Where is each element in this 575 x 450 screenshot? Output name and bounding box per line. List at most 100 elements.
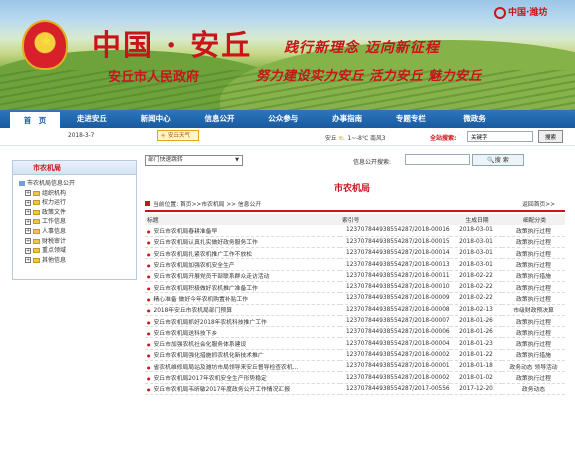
tree-item-other[interactable]: + 其他信息 <box>19 256 136 266</box>
tree-label: 其他信息 <box>42 256 67 264</box>
table-row[interactable]: 2018年安丘市农机局部门预算123707844938554287/2018-0… <box>145 304 565 316</box>
expand-icon[interactable]: + <box>25 257 31 264</box>
table-body: 安丘市农机局春耕准备早123707844938554287/2018-00016… <box>145 225 565 395</box>
row-date: 2018-03-01 <box>450 236 502 249</box>
row-category: 政策执行过程 <box>502 292 565 305</box>
nav-special-column[interactable]: 专题专栏 <box>379 110 443 128</box>
expand-icon[interactable]: + <box>25 190 31 197</box>
table-row[interactable]: 安丘市农机局2017年农机安全生产形势稳定123707844938554287/… <box>145 371 565 384</box>
table-row[interactable]: 安丘市农机局认真扎实做好政务服务工作123707844938554287/201… <box>145 236 565 249</box>
table-row[interactable]: 精心准备 做好今年农机购置补贴工作123707844938554287/2018… <box>145 292 565 305</box>
sidebar: 市农机局 市农机局信息公开 + 组织机构 + 权力运行 + 政策文件 + 工作信息 + 人… <box>12 160 137 280</box>
table-row[interactable]: 安丘市农机局加强农机安全生产123707844938554287/2018-00… <box>145 258 565 271</box>
weifang-logo-text: 中国·潍坊 <box>508 8 548 18</box>
table-row[interactable]: 安丘市农机局韦昕敏2017年度政务公开工作情况汇报123707844938554… <box>145 383 565 395</box>
table-row[interactable]: 安丘市加强农机社会化服务体系建设123707844938554287/2018-… <box>145 337 565 350</box>
back-home-link[interactable]: 返回首页>> <box>522 199 555 208</box>
nav-micro-gov[interactable]: 微政务 <box>443 110 507 128</box>
tree-item-power[interactable]: + 权力运行 <box>19 198 136 208</box>
row-category: 政策执行过程 <box>502 337 565 350</box>
row-date: 2018-01-26 <box>450 315 502 328</box>
tree-item-personnel[interactable]: + 人事信息 <box>19 227 136 237</box>
row-date: 2018-01-22 <box>450 349 502 362</box>
table-row[interactable]: 安丘市农机局强化措施抓农机化新技术推广123707844938554287/20… <box>145 349 565 362</box>
expand-icon[interactable]: + <box>25 238 31 245</box>
row-title-link[interactable]: 安丘市农机局春耕准备早 <box>145 225 340 237</box>
disclosure-search-input[interactable] <box>405 154 470 165</box>
tree-item-finance[interactable]: + 财税审计 <box>19 237 136 247</box>
row-index: 123707844938554287/2018-00002 <box>340 349 450 362</box>
row-title-link[interactable]: 省农机维修局局站及潍坊市局领导来安丘督导检查农机… <box>145 360 340 373</box>
table-row[interactable]: 安丘市农机局抓好2018年农机科技推广工作123707844938554287/… <box>145 315 565 328</box>
row-title-link[interactable]: 安丘市农机局积极做好农机推广准备工作 <box>145 281 340 294</box>
weifang-logo[interactable]: 中国·潍坊 <box>494 5 547 19</box>
row-title-link[interactable]: 安丘市农机局2017年农机安全生产形势稳定 <box>145 371 340 384</box>
row-date: 2018-02-22 <box>450 281 502 294</box>
tree-root[interactable]: 市农机局信息公开 <box>19 179 136 189</box>
nav-about[interactable]: 走进安丘 <box>60 110 124 128</box>
table-row[interactable]: 安丘市农机局春耕准备早123707844938554287/2018-00016… <box>145 225 565 237</box>
nav-info-disclosure[interactable]: 信息公开 <box>188 110 252 128</box>
table-row[interactable]: 安丘市农机局送科技下乡123707844938554287/2018-00006… <box>145 326 565 339</box>
row-title-link[interactable]: 2018年安丘市农机局部门预算 <box>145 304 340 316</box>
nav-news[interactable]: 新闻中心 <box>124 110 188 128</box>
row-title-link[interactable]: 安丘市加强农机社会化服务体系建设 <box>145 337 340 350</box>
row-category: 市级财政预决算 <box>502 304 565 316</box>
row-index: 123707844938554287/2018-00001 <box>340 360 450 373</box>
main-nav: 首 页 走进安丘 新闻中心 信息公开 公众参与 办事指南 专题专栏 微政务 <box>0 110 575 128</box>
row-index: 123707844938554287/2018-00002 <box>340 371 450 384</box>
row-title-link[interactable]: 安丘市农机局认真扎实做好政务服务工作 <box>145 236 340 249</box>
row-title-link[interactable]: 安丘市农机局开展党员干部联系群众走访活动 <box>145 270 340 282</box>
expand-icon[interactable]: + <box>25 209 31 216</box>
tree-label: 政策文件 <box>42 208 67 216</box>
department-jump-select[interactable]: 部门快速跳转 ▼ <box>145 155 243 166</box>
breadcrumb-text[interactable]: 当前位置: 首页>>市农机局 >> 信息公开 <box>153 202 261 208</box>
row-title-link[interactable]: 精心准备 做好今年农机购置补贴工作 <box>145 292 340 305</box>
row-title-link[interactable]: 安丘市农机局强化措施抓农机化新技术推广 <box>145 349 340 362</box>
table-row[interactable]: 安丘市农机局扎紧农机推广工作不放松123707844938554287/2018… <box>145 247 565 260</box>
row-index: 123707844938554287/2017-00556 <box>340 383 450 395</box>
row-date: 2018-03-01 <box>450 247 502 260</box>
sidebar-tree: 市农机局信息公开 + 组织机构 + 权力运行 + 政策文件 + 工作信息 + 人事信息 +… <box>13 175 136 265</box>
table-row[interactable]: 安丘市农机局开展党员干部联系群众走访活动123707844938554287/2… <box>145 270 565 282</box>
chevron-down-icon: ▼ <box>235 157 239 163</box>
row-index: 123707844938554287/2018-00008 <box>340 304 450 316</box>
row-category: 政策执行过程 <box>502 247 565 260</box>
site-search-button[interactable]: 搜索 <box>538 130 563 143</box>
row-title-link[interactable]: 安丘市农机局韦昕敏2017年度政务公开工作情况汇报 <box>145 383 340 395</box>
row-category: 政策执行过程 <box>502 225 565 237</box>
info-table: 标题 索引号 生成日期 细配分类 安丘市农机局春耕准备早123707844938… <box>145 214 565 395</box>
nav-home[interactable]: 首 页 <box>10 110 60 128</box>
header-banner: ★ 中国 · 安丘 安丘市人民政府 践行新理念 迈向新征程 努力建设实力安丘 活… <box>0 0 575 110</box>
divider <box>145 210 565 212</box>
tree-item-policy[interactable]: + 政策文件 <box>19 208 136 218</box>
table-row[interactable]: 省农机维修局局站及潍坊市局领导来安丘督导检查农机…123707844938554… <box>145 360 565 373</box>
row-category: 政策执行措施 <box>502 270 565 282</box>
home-icon <box>145 201 150 206</box>
row-title-link[interactable]: 安丘市农机局加强农机安全生产 <box>145 258 340 271</box>
nav-service-guide[interactable]: 办事指南 <box>315 110 379 128</box>
row-title-link[interactable]: 安丘市农机局送科技下乡 <box>145 326 340 339</box>
tree-label: 工作信息 <box>42 218 67 226</box>
expand-icon[interactable]: + <box>25 228 31 235</box>
weather-button[interactable]: 安丘天气 <box>157 130 199 141</box>
site-search-input[interactable] <box>467 131 533 142</box>
folder-icon <box>33 248 40 254</box>
row-index: 123707844938554287/2018-00006 <box>340 326 450 339</box>
row-date: 2017-12-20 <box>450 383 502 395</box>
expand-icon[interactable]: + <box>25 247 31 254</box>
column-header: 索引号 <box>340 214 450 225</box>
row-category: 政策执行措施 <box>502 349 565 362</box>
row-title-link[interactable]: 安丘市农机局扎紧农机推广工作不放松 <box>145 247 340 260</box>
tree-item-key-areas[interactable]: + 重点领域 <box>19 246 136 256</box>
tree-item-work[interactable]: + 工作信息 <box>19 217 136 227</box>
expand-icon[interactable]: + <box>25 199 31 206</box>
nav-public-participation[interactable]: 公众参与 <box>251 110 315 128</box>
row-title-link[interactable]: 安丘市农机局抓好2018年农机科技推广工作 <box>145 315 340 328</box>
tree-label: 市农机局信息公开 <box>27 180 76 187</box>
expand-icon[interactable]: + <box>25 218 31 225</box>
disclosure-search-button[interactable]: 🔍搜 索 <box>472 154 524 166</box>
row-date: 2018-01-18 <box>450 360 502 373</box>
table-row[interactable]: 安丘市农机局积极做好农机推广准备工作123707844938554287/201… <box>145 281 565 294</box>
tree-item-org[interactable]: + 组织机构 <box>19 189 136 199</box>
